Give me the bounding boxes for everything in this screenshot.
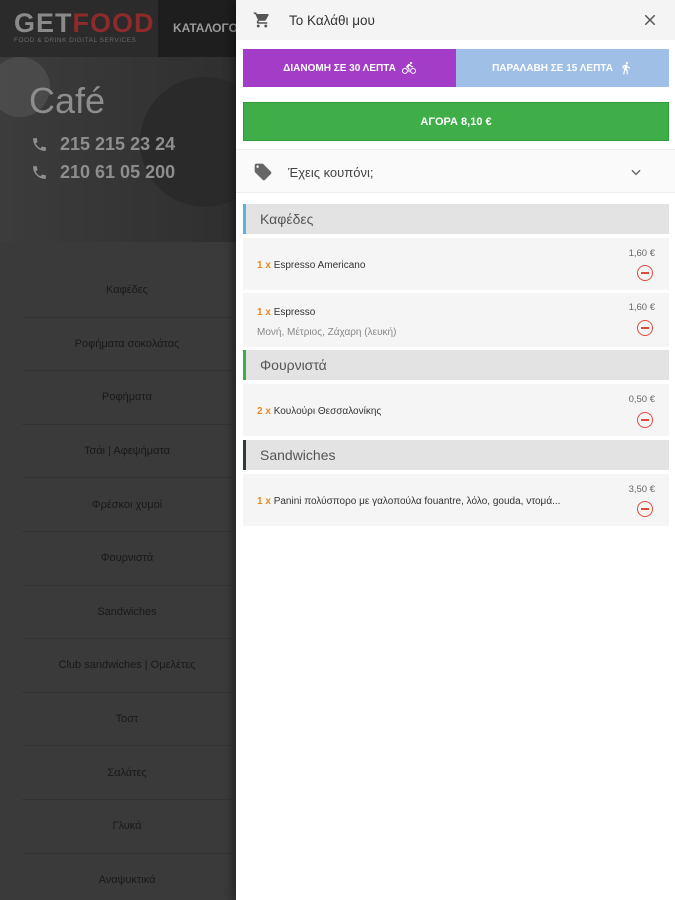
cart-item-qty: 1 x (257, 307, 271, 318)
phone-number: 215 215 23 24 (60, 134, 176, 154)
coupon-toggle[interactable]: Έχεις κουπόνι; (236, 149, 675, 193)
remove-item-icon[interactable] (637, 320, 653, 336)
cart-item-name: Espresso Americano (273, 260, 366, 271)
tag-icon (254, 163, 272, 181)
tab-delivery-label: ΔΙΑΝΟΜΗ ΣΕ 30 ΛΕΠΤΑ (283, 62, 396, 74)
cart-item-name: Κουλούρι Θεσσαλονίκης (273, 406, 382, 417)
cart-item-line: 2 x Κουλούρι Θεσσαλονίκης (257, 406, 381, 417)
logo-food: FOOD (72, 8, 155, 38)
nav-catalog-link[interactable]: ΚΑΤΑΛΟΓΟ (173, 21, 238, 35)
logo-get: GET (14, 8, 73, 38)
menu-item[interactable]: Σαλάτες (22, 746, 232, 800)
buy-button[interactable]: ΑΓΟΡΑ 8,10 € (243, 102, 669, 141)
cart-icon (253, 12, 269, 28)
tab-delivery[interactable]: ΔΙΑΝΟΜΗ ΣΕ 30 ΛΕΠΤΑ (243, 49, 456, 87)
menu-item[interactable]: Club sandwiches | Ομελέτες (22, 639, 232, 693)
menu-item[interactable]: Sandwiches (22, 586, 232, 640)
remove-item-icon[interactable] (637, 412, 653, 428)
cart-item-price: 3,50 € (628, 484, 655, 495)
menu-item[interactable]: Τσάι | Αφεψήματα (22, 425, 232, 479)
menu-item[interactable]: Καφέδες (22, 264, 232, 318)
cart-item-price: 1,60 € (628, 248, 655, 259)
tab-pickup[interactable]: ΠΑΡΑΛΑΒΗ ΣΕ 15 ΛΕΠΤΑ (456, 49, 669, 87)
category-menu: Καφέδες Ροφήματα σοκολάτας Ροφήματα Τσάι… (22, 264, 232, 900)
cart-item-qty: 1 x (257, 496, 271, 507)
cart-drawer: Το Καλάθι μου ΔΙΑΝΟΜΗ ΣΕ 30 ΛΕΠΤΑ ΠΑΡΑΛΑ… (236, 0, 675, 900)
cart-item: 1 x Espresso Americano 1,60 € (243, 238, 669, 290)
cart-item: 1 x Panini πολύσπορο με γαλοπούλα fouant… (243, 474, 669, 526)
phone-icon (33, 166, 46, 179)
cart-item-price: 1,60 € (628, 302, 655, 313)
cart-item-name: Panini πολύσπορο με γαλοπούλα fouantre, … (273, 496, 561, 507)
store-name: Café (29, 80, 106, 121)
cart-item-name: Espresso (273, 307, 316, 318)
remove-item-icon[interactable] (637, 501, 653, 517)
coupon-label: Έχεις κουπόνι; (288, 165, 374, 180)
close-icon[interactable] (641, 11, 659, 29)
cart-title: Το Καλάθι μου (289, 13, 375, 28)
tab-pickup-label: ΠΑΡΑΛΑΒΗ ΣΕ 15 ΛΕΠΤΑ (492, 62, 613, 74)
phone-row[interactable]: 210 61 05 200 (31, 162, 175, 183)
cart-item-price: 0,50 € (628, 394, 655, 405)
cart-item-qty: 1 x (257, 260, 271, 271)
cart-category-header: Φουρνιστά (243, 350, 669, 380)
cart-item: 2 x Κουλούρι Θεσσαλονίκης 0,50 € (243, 384, 669, 436)
cart-item: 1 x Espresso Μονή, Μέτριος, Ζάχαρη (λευκ… (243, 293, 669, 347)
logo[interactable]: GETFOOD FOOD & DRINK DIGITAL SERVICES (0, 0, 158, 57)
menu-item[interactable]: Φρέσκοι χυμοί (22, 478, 232, 532)
menu-item[interactable]: Ροφήματα (22, 371, 232, 425)
bike-icon (401, 61, 416, 74)
cart-item-line: 1 x Espresso Americano (257, 260, 365, 271)
walk-icon (622, 61, 631, 75)
cart-item-line: 1 x Panini πολύσπορο με γαλοπούλα fouant… (257, 496, 560, 507)
order-mode-tabs: ΔΙΑΝΟΜΗ ΣΕ 30 ΛΕΠΤΑ ΠΑΡΑΛΑΒΗ ΣΕ 15 ΛΕΠΤΑ (243, 49, 669, 87)
menu-item[interactable]: Γλυκά (22, 800, 232, 854)
cart-item-options: Μονή, Μέτριος, Ζάχαρη (λευκή) (257, 327, 397, 338)
phone-icon (33, 138, 46, 151)
phone-row[interactable]: 215 215 23 24 (31, 134, 175, 155)
menu-item[interactable]: Ροφήματα σοκολάτας (22, 318, 232, 372)
cart-item-line: 1 x Espresso (257, 307, 315, 318)
cart-item-qty: 2 x (257, 406, 271, 417)
menu-item[interactable]: Τοστ (22, 693, 232, 747)
cart-header: Το Καλάθι μου (236, 0, 675, 40)
logo-tagline: FOOD & DRINK DIGITAL SERVICES (14, 37, 137, 44)
menu-item[interactable]: Αναψυκτικά (22, 854, 232, 900)
remove-item-icon[interactable] (637, 265, 653, 281)
phone-number: 210 61 05 200 (60, 162, 176, 182)
cart-category-header: Καφέδες (243, 204, 669, 234)
cart-list: Καφέδες 1 x Espresso Americano 1,60 € 1 … (243, 204, 669, 529)
menu-item[interactable]: Φουρνιστά (22, 532, 232, 586)
cart-category-header: Sandwiches (243, 440, 669, 470)
chevron-down-icon (631, 169, 641, 176)
